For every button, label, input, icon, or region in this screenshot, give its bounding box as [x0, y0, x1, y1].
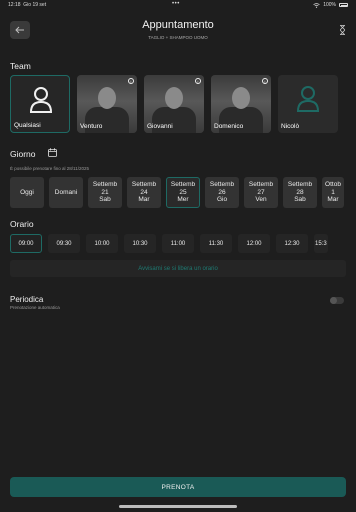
calendar-icon[interactable]	[48, 148, 57, 157]
status-indicators: 100%	[313, 2, 348, 8]
time-slot[interactable]: 15:3	[314, 234, 328, 253]
time-slot[interactable]: 09:30	[48, 234, 80, 253]
page-title: Appuntamento	[142, 19, 214, 31]
time-slot[interactable]: 10:30	[124, 234, 156, 253]
info-icon[interactable]: i	[195, 78, 201, 84]
multitasking-dots-icon[interactable]: •••	[172, 1, 180, 7]
date-chip[interactable]: Settemb 26 Gio	[205, 177, 239, 208]
team-member-name: Giovanni	[147, 123, 173, 130]
book-button[interactable]: PRENOTA	[10, 477, 346, 497]
periodic-label: Periodica	[10, 295, 44, 304]
team-member-name: Nicolò	[281, 123, 300, 130]
person-icon	[296, 86, 320, 112]
info-icon[interactable]: i	[128, 78, 134, 84]
periodic-toggle[interactable]	[330, 297, 344, 304]
team-list: Qualsiasi i Venturo i Giovanni i Domenic…	[10, 75, 338, 133]
date-chip[interactable]: Domani	[49, 177, 83, 208]
team-card-qualsiasi[interactable]: Qualsiasi	[10, 75, 70, 133]
hourglass-icon[interactable]	[339, 25, 346, 35]
team-card-domenico[interactable]: i Domenico	[211, 75, 271, 133]
date-chip[interactable]: Settemb 21 Sab	[88, 177, 122, 208]
time-slot[interactable]: 12:30	[276, 234, 308, 253]
home-indicator[interactable]	[119, 505, 237, 508]
time-slot-selected[interactable]: 09:00	[10, 234, 42, 253]
booking-limit-note: È possibile prenotare fino al 28/11/2025	[10, 166, 89, 171]
date-chip-selected[interactable]: Settemb 25 Mer	[166, 177, 200, 208]
time-slot[interactable]: 11:00	[162, 234, 194, 253]
time-slot[interactable]: 11:30	[200, 234, 232, 253]
date-chip[interactable]: Settemb 28 Sab	[283, 177, 317, 208]
wifi-icon	[313, 2, 320, 8]
team-card-nicolo[interactable]: Nicolò	[278, 75, 338, 133]
time-slot-list: 09:00 09:30 10:00 10:30 11:00 11:30 12:0…	[10, 234, 328, 253]
team-member-name: Qualsiasi	[14, 122, 41, 129]
date-label: Giorno	[10, 149, 36, 159]
date-chip[interactable]: Ottob 1 Mar	[322, 177, 344, 208]
time-slot[interactable]: 12:00	[238, 234, 270, 253]
team-label: Team	[10, 61, 31, 71]
team-member-name: Domenico	[214, 123, 244, 130]
time-slot[interactable]: 10:00	[86, 234, 118, 253]
person-icon	[29, 87, 53, 113]
notify-me-button[interactable]: Avvisami se si libera un orario	[10, 260, 346, 277]
team-card-venturo[interactable]: i Venturo	[77, 75, 137, 133]
battery-icon	[339, 3, 348, 7]
date-chip[interactable]: Settemb 27 Ven	[244, 177, 278, 208]
status-bar: 12:18 Gio 19 set ••• 100%	[0, 0, 356, 10]
service-subtitle: TAGLIO + SHAMPOO UOMO	[148, 35, 208, 40]
team-member-name: Venturo	[80, 123, 103, 130]
date-chip[interactable]: Oggi	[10, 177, 44, 208]
periodic-sublabel: Prenotazione automatica	[10, 305, 60, 310]
time-label: Orario	[10, 219, 34, 229]
date-chip[interactable]: Settemb 24 Mar	[127, 177, 161, 208]
team-card-giovanni[interactable]: i Giovanni	[144, 75, 204, 133]
toggle-knob	[330, 297, 337, 304]
info-icon[interactable]: i	[262, 78, 268, 84]
date-picker: Oggi Domani Settemb 21 Sab Settemb 24 Mar Se…	[10, 177, 344, 208]
status-time: 12:18 Gio 19 set	[8, 2, 47, 8]
battery-percent: 100%	[323, 2, 336, 8]
